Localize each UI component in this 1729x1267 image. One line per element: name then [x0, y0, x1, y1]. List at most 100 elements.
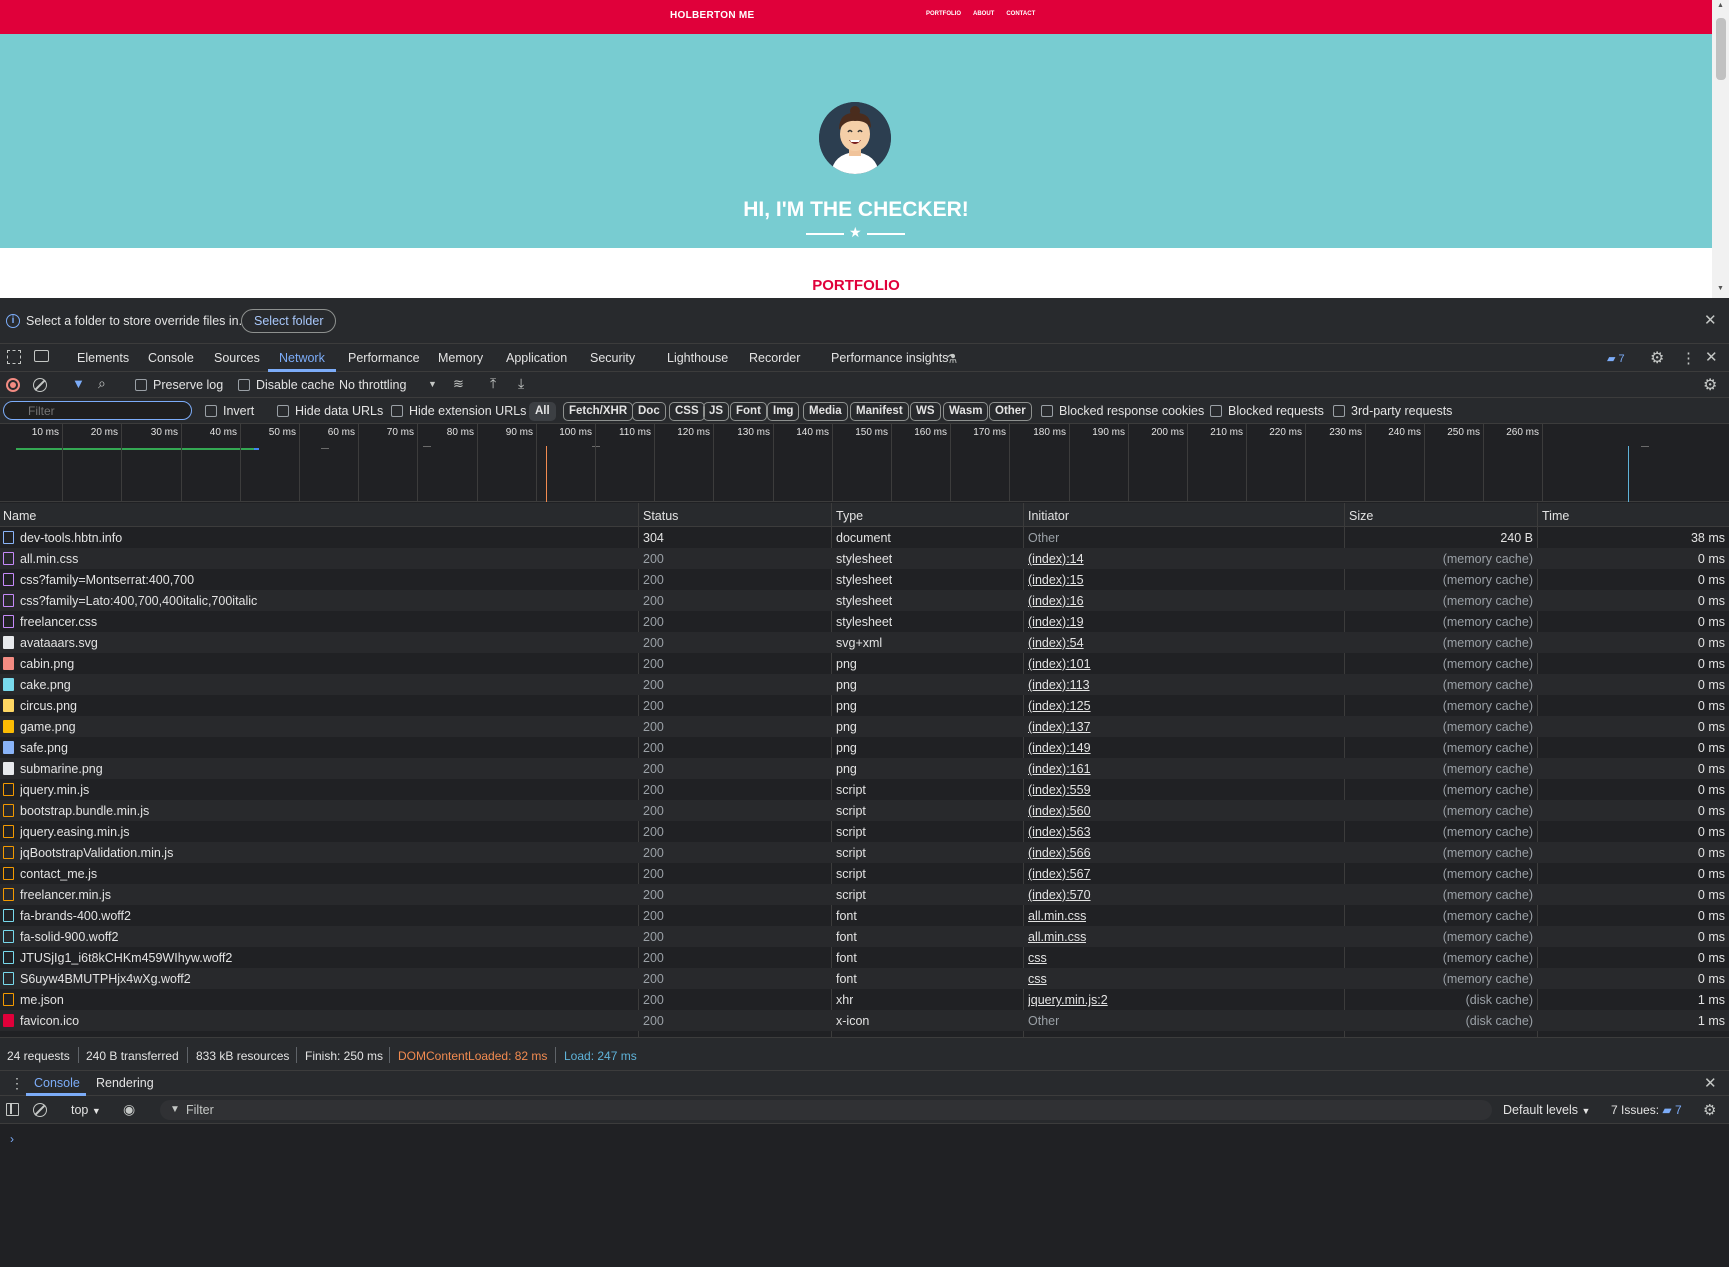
- table-row[interactable]: jqBootstrapValidation.min.js 200 script (in…: [0, 842, 1729, 863]
- blocked-cookies-checkbox[interactable]: [1041, 405, 1053, 417]
- table-row[interactable]: freelancer.min.js 200 script (index):570 (me…: [0, 884, 1729, 905]
- clear-console-icon[interactable]: [33, 1103, 47, 1117]
- table-row[interactable]: jquery.min.js 200 script (index):559 (memory…: [0, 779, 1729, 800]
- table-row[interactable]: me.json 200 xhr jquery.min.js:2 (disk cache)…: [0, 989, 1729, 1010]
- column-header-initiator[interactable]: Initiator: [1028, 509, 1069, 523]
- network-filter-input[interactable]: [3, 401, 192, 420]
- nav-link-about[interactable]: ABOUT: [973, 11, 994, 17]
- select-folder-button[interactable]: Select folder: [241, 309, 337, 333]
- log-levels-dropdown[interactable]: Default levels ▼: [1503, 1103, 1590, 1117]
- request-initiator[interactable]: (index):14: [1028, 552, 1084, 566]
- scroll-up-arrow-icon[interactable]: ▲: [1717, 2, 1724, 9]
- column-header-size[interactable]: Size: [1349, 509, 1373, 523]
- type-filter-doc[interactable]: Doc: [632, 402, 666, 421]
- table-row[interactable]: fa-solid-900.woff2 200 font all.min.css (mem…: [0, 926, 1729, 947]
- table-row[interactable]: all.min.css 200 stylesheet (index):14 (memor…: [0, 548, 1729, 569]
- tab-lighthouse[interactable]: Lighthouse: [667, 351, 728, 365]
- drawer-tab-rendering[interactable]: Rendering: [96, 1076, 154, 1090]
- scrollbar-thumb[interactable]: [1716, 18, 1726, 80]
- column-header-name[interactable]: Name: [3, 509, 36, 523]
- clear-icon[interactable]: [33, 378, 47, 392]
- network-conditions-icon[interactable]: ≋: [453, 376, 464, 392]
- type-filter-ws[interactable]: WS: [910, 402, 941, 421]
- request-initiator[interactable]: (index):570: [1028, 888, 1091, 902]
- table-row[interactable]: css?family=Lato:400,700,400italic,700ita…: [0, 590, 1729, 611]
- request-initiator[interactable]: (index):560: [1028, 804, 1091, 818]
- tab-network[interactable]: Network: [279, 351, 325, 365]
- request-initiator[interactable]: css: [1028, 972, 1047, 986]
- nav-link-contact[interactable]: CONTACT: [1006, 11, 1035, 17]
- close-drawer-icon[interactable]: ✕: [1704, 1074, 1717, 1092]
- preserve-log-checkbox[interactable]: [135, 379, 147, 391]
- table-row[interactable]: submarine.png 200 png (index):161 (memory ca…: [0, 758, 1729, 779]
- tab-security[interactable]: Security: [590, 351, 635, 365]
- hide-data-urls-checkbox[interactable]: [277, 405, 289, 417]
- close-icon[interactable]: ✕: [1704, 311, 1717, 329]
- table-row[interactable]: cake.png 200 png (index):113 (memory cache) 0…: [0, 674, 1729, 695]
- type-filter-wasm[interactable]: Wasm: [943, 402, 989, 421]
- network-overview-timeline[interactable]: 10 ms 20 ms 30 ms 40 ms 50 ms 60 ms 70 ms 80 ms…: [0, 424, 1729, 502]
- issues-badge[interactable]: ▰ 7: [1607, 352, 1625, 365]
- export-har-icon[interactable]: ⤓: [518, 375, 524, 392]
- table-row[interactable]: fa-brands-400.woff2 200 font all.min.css (me…: [0, 905, 1729, 926]
- request-initiator[interactable]: (index):559: [1028, 783, 1091, 797]
- inspect-element-icon[interactable]: [7, 350, 21, 364]
- network-settings-gear-icon[interactable]: ⚙: [1703, 375, 1717, 395]
- type-filter-other[interactable]: Other: [989, 402, 1032, 421]
- chevron-down-icon[interactable]: ▼: [428, 379, 437, 389]
- request-initiator[interactable]: css: [1028, 951, 1047, 965]
- request-initiator[interactable]: (index):563: [1028, 825, 1091, 839]
- nav-link-portfolio[interactable]: PORTFOLIO: [926, 11, 961, 17]
- tab-application[interactable]: Application: [506, 351, 567, 365]
- tab-sources[interactable]: Sources: [214, 351, 260, 365]
- table-row[interactable]: circus.png 200 png (index):125 (memory cache…: [0, 695, 1729, 716]
- invert-checkbox[interactable]: [205, 405, 217, 417]
- site-brand[interactable]: HOLBERTON ME: [670, 10, 755, 21]
- table-row[interactable]: JTUSjIg1_i6t8kCHKm459WIhyw.woff2 200 font c…: [0, 947, 1729, 968]
- table-row[interactable]: game.png 200 png (index):137 (memory cache) 0…: [0, 716, 1729, 737]
- console-sidebar-icon[interactable]: [6, 1103, 19, 1116]
- context-selector[interactable]: top ▼: [71, 1103, 101, 1117]
- request-initiator[interactable]: (index):19: [1028, 615, 1084, 629]
- device-toolbar-icon[interactable]: [34, 350, 49, 362]
- request-initiator[interactable]: (index):566: [1028, 846, 1091, 860]
- more-vertical-icon[interactable]: ⋮: [1681, 349, 1696, 367]
- request-initiator[interactable]: all.min.css: [1028, 930, 1086, 944]
- hide-extension-urls-checkbox[interactable]: [391, 405, 403, 417]
- live-expression-eye-icon[interactable]: ◉: [123, 1101, 135, 1118]
- tab-performance[interactable]: Performance: [348, 351, 420, 365]
- type-filter-css[interactable]: CSS: [669, 402, 705, 421]
- table-row[interactable]: freelancer.css 200 stylesheet (index):19 (me…: [0, 611, 1729, 632]
- request-initiator[interactable]: (index):101: [1028, 657, 1091, 671]
- request-initiator[interactable]: (index):161: [1028, 762, 1091, 776]
- table-row[interactable]: favicon.ico 200 x-icon Other (disk cache) 1 m…: [0, 1010, 1729, 1031]
- tab-console[interactable]: Console: [148, 351, 194, 365]
- column-header-time[interactable]: Time: [1542, 509, 1569, 523]
- type-filter-img[interactable]: Img: [767, 402, 800, 421]
- type-filter-font[interactable]: Font: [730, 402, 767, 421]
- column-header-type[interactable]: Type: [836, 509, 863, 523]
- record-stop-icon[interactable]: [6, 378, 20, 392]
- table-row[interactable]: contact_me.js 200 script (index):567 (memory…: [0, 863, 1729, 884]
- column-header-status[interactable]: Status: [643, 509, 678, 523]
- table-row[interactable]: bootstrap.bundle.min.js 200 script (index):…: [0, 800, 1729, 821]
- request-initiator[interactable]: (index):113: [1028, 678, 1090, 692]
- tab-elements[interactable]: Elements: [77, 351, 129, 365]
- request-initiator[interactable]: (index):54: [1028, 636, 1084, 650]
- request-initiator[interactable]: (index):125: [1028, 699, 1091, 713]
- drawer-tab-console[interactable]: Console: [34, 1076, 80, 1090]
- table-row[interactable]: avataaars.svg 200 svg+xml (index):54 (memory…: [0, 632, 1729, 653]
- request-initiator[interactable]: all.min.css: [1028, 909, 1086, 923]
- table-row[interactable]: css?family=Montserrat:400,700 200 styleshe…: [0, 569, 1729, 590]
- request-initiator[interactable]: (index):149: [1028, 741, 1091, 755]
- console-prompt-icon[interactable]: ›: [10, 1132, 14, 1146]
- blocked-requests-checkbox[interactable]: [1210, 405, 1222, 417]
- table-row[interactable]: jquery.easing.min.js 200 script (index):563…: [0, 821, 1729, 842]
- tab-recorder[interactable]: Recorder: [749, 351, 800, 365]
- throttling-select[interactable]: No throttling: [339, 378, 406, 392]
- request-initiator[interactable]: (index):15: [1028, 573, 1084, 587]
- third-party-checkbox[interactable]: [1333, 405, 1345, 417]
- type-filter-js[interactable]: JS: [703, 402, 730, 421]
- page-scrollbar[interactable]: ▲ ▼: [1712, 0, 1729, 298]
- settings-gear-icon[interactable]: ⚙: [1650, 348, 1664, 368]
